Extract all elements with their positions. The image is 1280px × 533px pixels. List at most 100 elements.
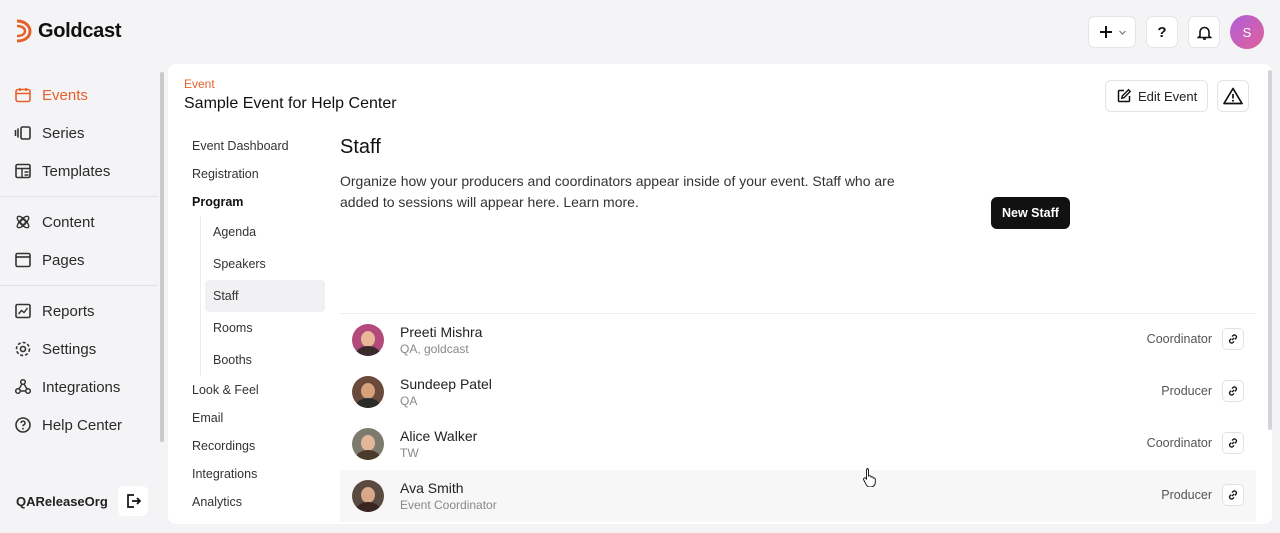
nav-label-content: Content <box>42 213 95 231</box>
pages-icon <box>14 251 32 269</box>
staff-name: Preeti Mishra <box>400 324 483 340</box>
staff-avatar <box>352 376 384 408</box>
subnav-registration[interactable]: Registration <box>184 160 324 188</box>
subnav-recordings[interactable]: Recordings <box>184 432 324 460</box>
link-icon <box>1228 334 1238 344</box>
content-icon <box>14 213 32 231</box>
staff-row[interactable]: Ava Smith Event Coordinator Producer <box>340 470 1256 522</box>
staff-name: Sundeep Patel <box>400 376 492 392</box>
integrations-icon <box>14 378 32 396</box>
staff-subtitle: TW <box>400 446 419 460</box>
top-actions: ? S <box>1088 15 1264 49</box>
subnav-analytics[interactable]: Analytics <box>184 488 324 516</box>
link-icon <box>1228 490 1238 500</box>
event-title: Sample Event for Help Center <box>184 95 397 112</box>
brand-name: Goldcast <box>38 19 122 42</box>
nav-label-integrations: Integrations <box>42 378 121 396</box>
nav-item-series[interactable]: Series <box>0 114 158 152</box>
nav-item-reports[interactable]: Reports <box>0 292 158 330</box>
subnav-rooms[interactable]: Rooms <box>201 312 324 344</box>
subnav-speakers[interactable]: Speakers <box>201 248 324 280</box>
staff-section: Staff Organize how your producers and co… <box>340 132 1256 213</box>
chevron-down-icon <box>1118 30 1126 35</box>
staff-list: Preeti Mishra QA, goldcast Coordinator S… <box>340 313 1256 522</box>
staff-avatar <box>352 480 384 512</box>
copy-link-button[interactable] <box>1222 328 1244 350</box>
notifications-button[interactable] <box>1188 16 1220 48</box>
goldcast-logo-icon <box>16 19 32 43</box>
series-icon <box>14 124 32 142</box>
staff-row[interactable]: Sundeep Patel QA Producer <box>340 366 1256 418</box>
edit-event-button[interactable]: Edit Event <box>1105 80 1209 112</box>
user-avatar[interactable]: S <box>1230 15 1264 49</box>
subnav-event-dashboard[interactable]: Event Dashboard <box>184 132 324 160</box>
staff-subtitle: QA, goldcast <box>400 342 469 356</box>
nav-item-settings[interactable]: Settings <box>0 330 158 368</box>
staff-name: Ava Smith <box>400 480 464 496</box>
subnav-integrations[interactable]: Integrations <box>184 460 324 488</box>
staff-avatar <box>352 428 384 460</box>
subnav-agenda[interactable]: Agenda <box>201 216 324 248</box>
add-menu-button[interactable] <box>1088 16 1136 48</box>
link-icon <box>1228 386 1238 396</box>
subnav-look-and-feel[interactable]: Look & Feel <box>184 376 324 404</box>
bell-icon <box>1196 26 1212 40</box>
staff-role: Coordinator <box>1146 436 1212 450</box>
nav-label-templates: Templates <box>42 162 111 180</box>
subnav-email[interactable]: Email <box>184 404 324 432</box>
nav-item-content[interactable]: Content <box>0 203 158 241</box>
copy-link-button[interactable] <box>1222 432 1244 454</box>
nav-label-reports: Reports <box>42 302 95 320</box>
nav-item-events[interactable]: Events <box>0 76 158 114</box>
edit-event-label: Edit Event <box>1138 88 1198 104</box>
event-subnav: Event Dashboard Registration Program Age… <box>184 132 325 516</box>
subnav-staff[interactable]: Staff <box>205 280 325 312</box>
staff-avatar <box>352 324 384 356</box>
staff-subtitle: QA <box>400 394 418 408</box>
copy-link-button[interactable] <box>1222 484 1244 506</box>
help-icon <box>14 416 32 434</box>
copy-link-button[interactable] <box>1222 380 1244 402</box>
nav-item-templates[interactable]: Templates <box>0 152 158 190</box>
staff-row[interactable]: Preeti Mishra QA, goldcast Coordinator <box>340 314 1256 366</box>
goldcast-logo[interactable]: Goldcast <box>14 18 121 44</box>
left-nav-scrollbar[interactable] <box>160 72 164 442</box>
help-button[interactable]: ? <box>1146 16 1178 48</box>
staff-text: Sundeep Patel QA <box>400 376 492 408</box>
org-name: QAReleaseOrg <box>16 493 108 509</box>
subnav-booths[interactable]: Booths <box>201 344 324 376</box>
subnav-program[interactable]: Program <box>184 188 324 216</box>
warning-icon <box>1223 87 1243 105</box>
logout-button[interactable] <box>118 486 148 516</box>
nav-item-integrations[interactable]: Integrations <box>0 368 158 406</box>
templates-icon <box>14 162 32 180</box>
event-eyebrow: Event <box>184 77 215 91</box>
nav-label-help-center: Help Center <box>42 416 123 434</box>
edit-icon <box>1117 88 1132 103</box>
left-nav: Events Series Templates Content Pages Re… <box>0 70 158 450</box>
nav-label-settings: Settings <box>42 340 97 358</box>
nav-label-pages: Pages <box>42 251 85 269</box>
reports-icon <box>14 302 32 320</box>
nav-group-content: Content Pages <box>0 197 158 286</box>
staff-name: Alice Walker <box>400 428 478 444</box>
staff-role: Producer <box>1161 384 1212 398</box>
staff-row[interactable]: Alice Walker TW Coordinator <box>340 418 1256 470</box>
nav-item-pages[interactable]: Pages <box>0 241 158 279</box>
nav-item-help-center[interactable]: Help Center <box>0 406 158 444</box>
staff-text: Preeti Mishra QA, goldcast <box>400 324 482 356</box>
staff-text: Alice Walker TW <box>400 428 477 460</box>
staff-role: Producer <box>1161 488 1212 502</box>
gear-icon <box>14 340 32 358</box>
org-footer: QAReleaseOrg <box>16 486 148 516</box>
logout-icon <box>127 494 142 508</box>
section-title: Staff <box>340 136 381 158</box>
plus-icon <box>1099 26 1112 38</box>
nav-label-series: Series <box>42 124 85 142</box>
hand-cursor-icon <box>863 468 876 487</box>
card-scrollbar[interactable] <box>1268 70 1272 430</box>
nav-label-events: Events <box>42 86 88 104</box>
new-staff-button[interactable]: New Staff <box>991 197 1070 229</box>
warning-button[interactable] <box>1217 80 1249 112</box>
calendar-icon <box>14 86 32 104</box>
